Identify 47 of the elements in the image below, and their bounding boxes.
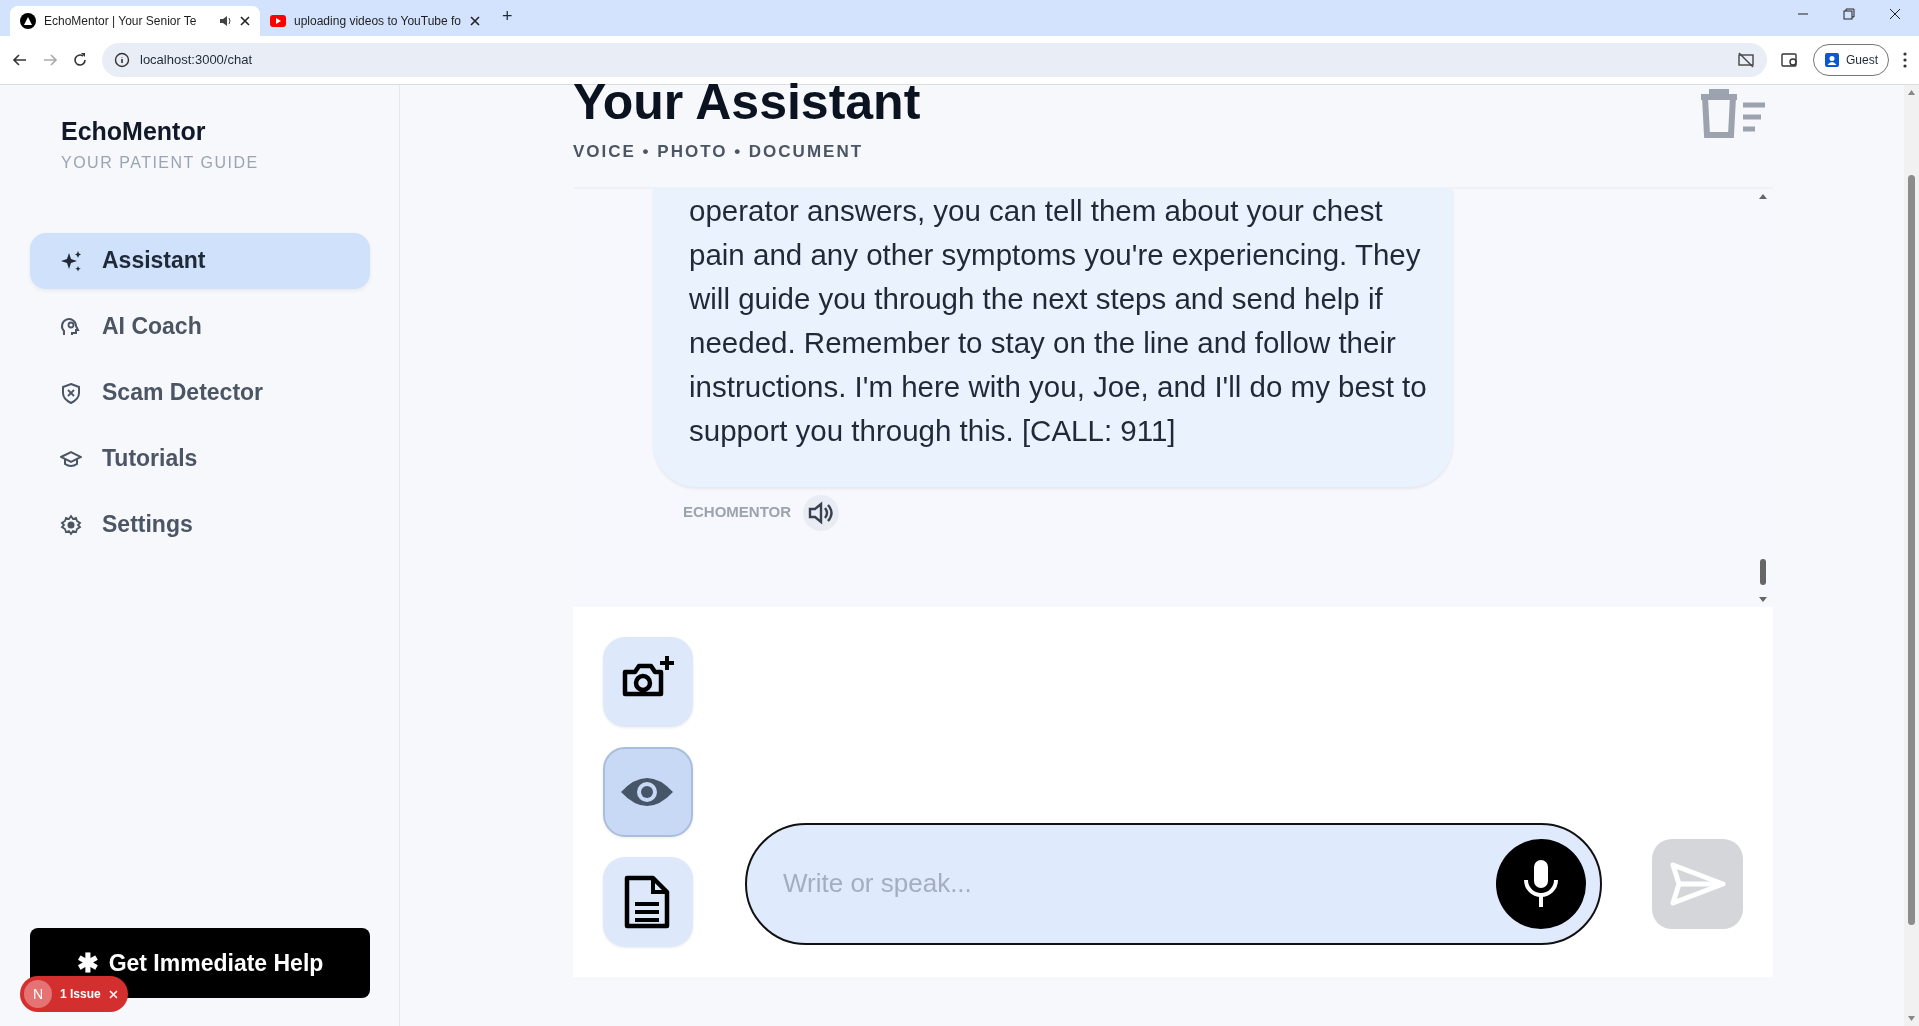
sidebar-item[interactable]: Scam Detector <box>30 364 370 421</box>
page-subtitle: VOICE • PHOTO • DOCUMENT <box>573 141 864 163</box>
forward-icon <box>42 52 58 68</box>
close-icon[interactable] <box>1889 8 1901 20</box>
input-field[interactable]: Write or speak... <box>745 822 1602 945</box>
page-title: Your Assistant <box>573 77 921 127</box>
app-logo-icon <box>20 13 36 29</box>
reload-icon[interactable] <box>72 52 88 68</box>
tab-search-icon[interactable] <box>1781 52 1799 68</box>
settings-icon <box>60 513 82 536</box>
sparkle-icon <box>60 249 82 272</box>
scrollbar[interactable] <box>1904 85 1919 1026</box>
person-icon <box>1824 52 1840 68</box>
info-icon[interactable] <box>114 52 130 68</box>
message-input[interactable]: Write or speak... <box>781 863 1496 904</box>
more-icon[interactable] <box>1903 52 1907 68</box>
close-icon[interactable] <box>240 16 250 26</box>
tool-button[interactable] <box>603 636 693 727</box>
sidebar-item[interactable]: Tutorials <box>30 430 370 487</box>
sender-label: ECHOMENTOR <box>683 502 792 523</box>
message-text: operator answers, you can tell them about your chest pain and any other symptoms you're experiencing. They will guide you through the next steps and send help if needed. Remember to stay on the line and follow their instructions. I'm here with you, Joe, and I'll do my best to support you through this. [CALL: 911] <box>689 192 1427 449</box>
back-icon[interactable] <box>12 52 28 68</box>
speaker-icon <box>808 500 835 525</box>
tool-button[interactable] <box>603 746 693 837</box>
send-icon <box>1669 861 1726 906</box>
head-icon <box>60 315 82 338</box>
tagline: YOUR PATIENT GUIDE <box>61 152 260 173</box>
microphone-icon <box>1521 857 1561 910</box>
shield-icon <box>60 381 82 404</box>
microphone-button[interactable] <box>1496 838 1586 929</box>
speaker-icon[interactable] <box>218 14 232 28</box>
browser-tab[interactable]: EchoMentor | Your Senior Te <box>10 6 260 36</box>
restore-icon[interactable] <box>1843 8 1855 20</box>
sidebar-item[interactable]: AI Coach <box>30 298 370 355</box>
close-icon[interactable] <box>470 16 480 26</box>
brand-name: EchoMentor <box>61 116 207 147</box>
new-tab-button[interactable]: + <box>490 2 525 34</box>
video-site-icon <box>270 15 286 27</box>
profile-button[interactable]: Guest <box>1813 44 1889 76</box>
tool-button[interactable] <box>603 856 693 947</box>
camera-off-icon[interactable] <box>1737 52 1755 68</box>
browser-tab[interactable]: uploading videos to YouTube fo <box>260 6 490 36</box>
issue-badge[interactable]: N 1 Issue <box>20 976 128 1012</box>
sidebar-item[interactable]: Settings <box>30 496 370 553</box>
address-bar[interactable]: localhost:3000/chat <box>102 43 1767 77</box>
sidebar-item[interactable]: Assistant <box>30 232 370 289</box>
speak-button[interactable] <box>803 494 840 531</box>
